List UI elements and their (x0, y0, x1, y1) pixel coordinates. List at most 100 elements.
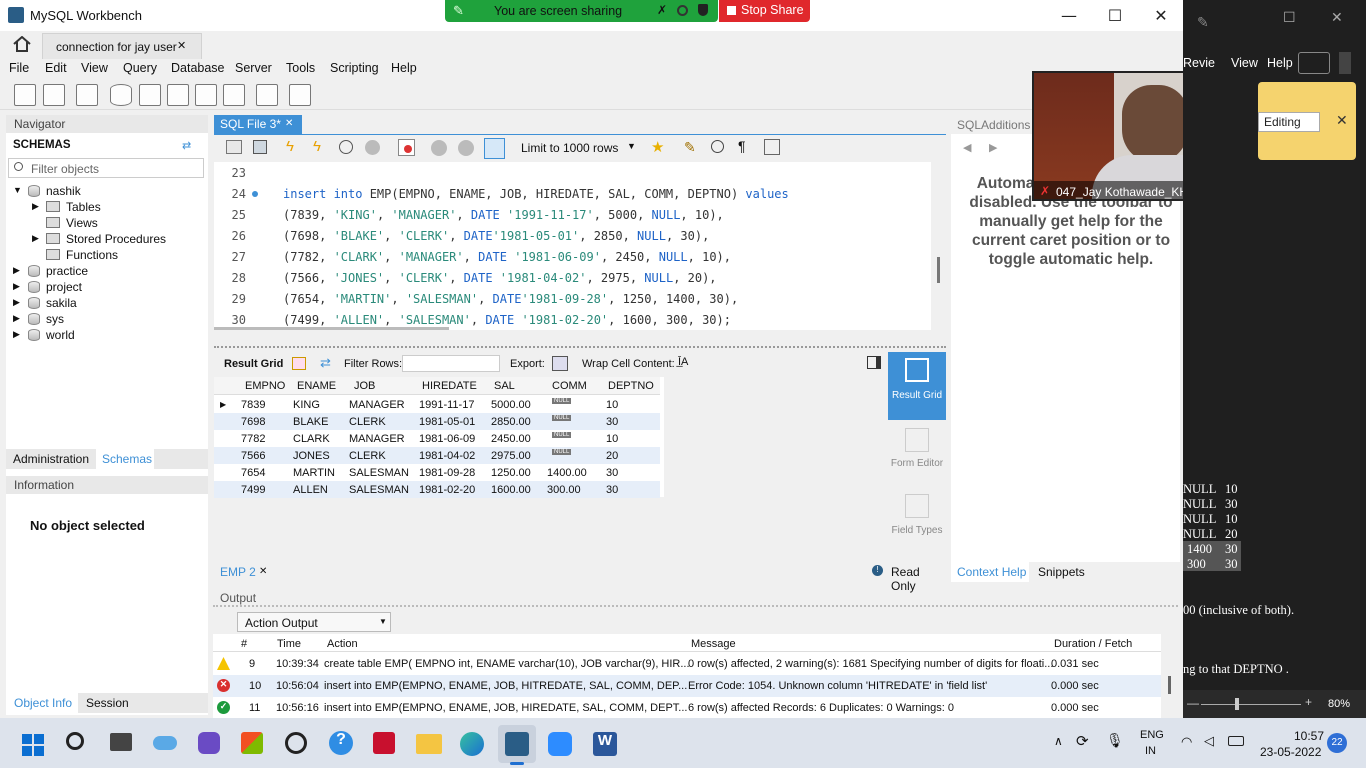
refresh-icon[interactable]: ⇄ (320, 355, 331, 371)
grid-cell[interactable]: 7782 (241, 433, 265, 445)
close-button[interactable]: ✕ (1138, 0, 1183, 31)
zoom-slider[interactable] (1201, 704, 1301, 705)
file-explorer-icon[interactable] (416, 734, 442, 754)
mcafee-icon[interactable] (373, 732, 395, 754)
grid-cell[interactable]: 10 (606, 433, 618, 445)
expand-icon[interactable]: ▶ (13, 313, 20, 324)
zoom-in-icon[interactable]: + (1305, 695, 1312, 709)
menu-tools[interactable]: Tools (286, 61, 315, 75)
grid-cell[interactable]: KING (293, 399, 320, 411)
table-row[interactable]: 7654 MARTIN SALESMAN 1981-09-28 1250.00 1400.… (214, 464, 660, 481)
grid-icon[interactable] (292, 357, 306, 370)
menu-view[interactable]: View (81, 61, 108, 75)
open-file-icon[interactable] (226, 140, 242, 154)
create-function-icon[interactable] (223, 84, 245, 106)
splitter[interactable] (214, 346, 946, 350)
grid-cell[interactable]: 1250.00 (491, 467, 531, 479)
form-editor-button[interactable]: Form Editor (888, 458, 946, 469)
tab-emp2-close-icon[interactable]: ✕ (259, 566, 267, 577)
menu-edit[interactable]: Edit (45, 61, 67, 75)
grid-cell[interactable]: 7654 (241, 467, 265, 479)
search-icon[interactable] (66, 732, 84, 750)
zoom-app-icon[interactable] (548, 732, 572, 756)
new-sql-tab-icon[interactable] (14, 84, 36, 106)
add-snippet-icon[interactable]: ★ (651, 138, 664, 156)
grid-cell[interactable]: JONES (293, 450, 330, 462)
expand-nashik-icon[interactable]: ▼ (13, 185, 22, 195)
grid-cell[interactable]: BLAKE (293, 416, 328, 428)
create-view-icon[interactable] (167, 84, 189, 106)
output-row[interactable]: 9 10:39:34 create table EMP( EMPNO int, EN… (213, 653, 1161, 675)
column-header-deptno[interactable]: DEPTNO (608, 380, 654, 392)
close-notification-icon[interactable]: ✕ (1336, 112, 1348, 129)
grid-cell[interactable]: 2975.00 (491, 450, 531, 462)
field-types-icon[interactable] (905, 494, 929, 518)
region-indicator[interactable]: IN (1145, 745, 1156, 757)
weather-icon[interactable] (153, 736, 177, 750)
tab-schemas[interactable]: Schemas (96, 449, 154, 469)
schema-project[interactable]: project (46, 280, 82, 294)
schema-sys[interactable]: sys (46, 312, 64, 326)
zoom-out-icon[interactable]: — (1187, 696, 1199, 710)
menu-server[interactable]: Server (235, 61, 272, 75)
create-table-icon[interactable] (139, 84, 161, 106)
grid-cell[interactable]: 1981-05-01 (419, 416, 475, 428)
edge-icon[interactable] (460, 732, 484, 756)
grid-cell[interactable]: CLARK (293, 433, 330, 445)
column-header-comm[interactable]: COMM (552, 380, 587, 392)
grid-cell[interactable]: 1981-06-09 (419, 433, 475, 445)
grid-cell[interactable]: 7499 (241, 484, 265, 496)
grid-cell[interactable]: SALESMAN (349, 484, 409, 496)
open-sql-script-icon[interactable] (43, 84, 65, 106)
explain-icon[interactable] (339, 140, 353, 154)
language-indicator[interactable]: ENG (1140, 729, 1164, 741)
expand-icon[interactable]: ▶ (13, 265, 20, 276)
sql-editor[interactable]: 23 24 insert into EMP(EMPNO, ENAME, JOB, H… (214, 162, 940, 330)
microphone-icon[interactable]: 🎙 (1106, 732, 1124, 749)
mysql-workbench-icon[interactable] (505, 732, 529, 756)
find-icon[interactable] (711, 140, 724, 153)
grid-cell[interactable]: 2450.00 (491, 433, 531, 445)
zoom-slider-thumb[interactable] (1235, 698, 1239, 710)
tab-session[interactable]: Session (86, 696, 129, 710)
mic-off-icon[interactable]: ✗ (657, 3, 667, 17)
create-procedure-icon[interactable] (195, 84, 217, 106)
maximize-button[interactable]: ☐ (1092, 0, 1138, 31)
table-row[interactable]: 7566 JONES CLERK 1981-04-02 2975.00 NULL 20 (214, 447, 660, 464)
word-menu-help[interactable]: Help (1267, 56, 1293, 70)
column-header-ename[interactable]: ENAME (297, 380, 336, 392)
word-icon[interactable]: W (593, 732, 617, 756)
grid-cell[interactable]: 7698 (241, 416, 265, 428)
save-icon[interactable] (253, 140, 267, 154)
grid-cell[interactable]: 1981-09-28 (419, 467, 475, 479)
task-view-icon[interactable] (110, 733, 132, 751)
tab-emp2[interactable]: EMP 2 (220, 565, 256, 579)
wrap-lines-icon[interactable] (764, 139, 780, 155)
tree-item-stored-procedures[interactable]: Stored Procedures (66, 232, 166, 246)
clock-time[interactable]: 10:57 (1294, 729, 1324, 743)
column-header-hiredate[interactable]: HIREDATE (422, 380, 477, 392)
toggle-sidebar-icon[interactable] (867, 356, 881, 369)
reconnect-icon[interactable] (289, 84, 311, 106)
grid-cell[interactable]: ALLEN (293, 484, 328, 496)
help-icon[interactable]: ? (329, 731, 353, 755)
chevron-up-icon[interactable]: ∧ (1054, 734, 1063, 748)
start-icon[interactable] (22, 734, 44, 756)
rollback-icon[interactable] (458, 140, 474, 156)
grid-cell[interactable]: 30 (606, 467, 618, 479)
toggle-error-icon[interactable] (398, 139, 415, 156)
editing-button[interactable]: Editing (1258, 112, 1320, 132)
table-row[interactable]: 7782 CLARK MANAGER 1981-06-09 2450.00 NULL 10 (214, 430, 660, 447)
expand-icon[interactable]: ▶ (13, 297, 20, 308)
grid-cell[interactable]: 30 (606, 484, 618, 496)
wifi-icon[interactable]: ◠ (1181, 734, 1192, 750)
menu-database[interactable]: Database (171, 61, 225, 75)
tab-snippets[interactable]: Snippets (1038, 565, 1085, 579)
grid-cell[interactable]: MANAGER (349, 399, 405, 411)
grid-cell[interactable]: SALESMAN (349, 467, 409, 479)
expand-procedures-icon[interactable]: ▶ (32, 233, 39, 244)
connection-tab-close-icon[interactable]: ✕ (177, 39, 186, 52)
ribbon-scroll-icon[interactable] (1339, 52, 1351, 74)
grid-cell[interactable]: 7566 (241, 450, 265, 462)
menu-help[interactable]: Help (391, 61, 417, 75)
